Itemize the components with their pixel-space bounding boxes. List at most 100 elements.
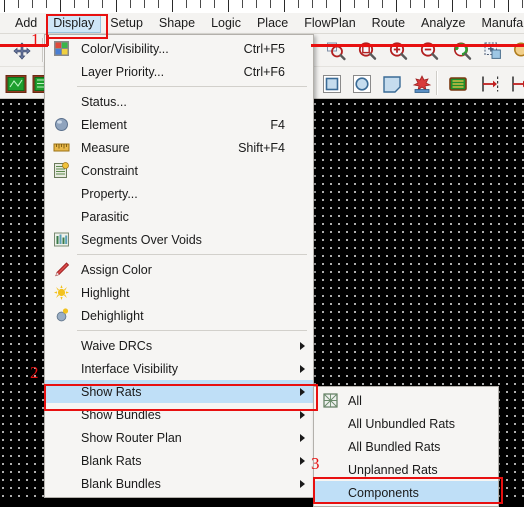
shape-circle-icon xyxy=(353,75,371,93)
show-rats-submenu: All All Unbundled Rats All Bundled Rats Unp… xyxy=(313,386,499,507)
menu-item-label: Show Router Plan xyxy=(81,430,182,445)
menu-item-assign-color[interactable]: Assign Color xyxy=(45,258,313,281)
dimension-icon-button[interactable] xyxy=(476,70,504,98)
ruler-tick xyxy=(382,0,383,8)
ruler-tick xyxy=(396,0,397,12)
pen-icon xyxy=(55,262,70,277)
menubar-item-setup[interactable]: Setup xyxy=(103,14,150,33)
zoom-fit-icon-button[interactable] xyxy=(322,37,350,65)
menu-item-layer-priority[interactable]: Layer Priority... Ctrl+F6 xyxy=(45,60,313,83)
menu-item-accelerator: Ctrl+F5 xyxy=(243,41,285,56)
menubar-item-flowplan[interactable]: FlowPlan xyxy=(297,14,362,33)
menu-item-measure[interactable]: Measure Shift+F4 xyxy=(45,136,313,159)
menubar-item-route[interactable]: Route xyxy=(365,14,412,33)
shape-polygon-icon xyxy=(383,76,401,93)
zoom-points-icon-button[interactable] xyxy=(353,37,381,65)
menubar-item-place[interactable]: Place xyxy=(250,14,295,33)
top-ruler xyxy=(0,0,524,14)
menu-item-accelerator: Shift+F4 xyxy=(238,140,285,155)
menu-item-constraint[interactable]: Constraint xyxy=(45,159,313,182)
board-green-1-icon xyxy=(5,75,27,93)
ruler-tick xyxy=(438,0,439,8)
ruler-tick xyxy=(102,0,103,8)
menu-item-highlight[interactable]: Highlight xyxy=(45,281,313,304)
ruler-tick xyxy=(60,0,61,12)
submenu-arrow-icon xyxy=(300,341,305,350)
menu-item-show-rats[interactable]: Show Rats xyxy=(45,380,313,403)
ruler-tick xyxy=(186,0,187,8)
menubar-item-manufa[interactable]: Manufa xyxy=(475,14,524,33)
ruler-tick xyxy=(410,0,411,8)
menubar: Add Display Setup Shape Logic Place FlowPlan Ro… xyxy=(0,13,524,34)
annotation-underline-right xyxy=(311,44,524,47)
zoom-in-icon-button[interactable] xyxy=(384,37,412,65)
ruler-tick xyxy=(144,0,145,8)
ruler-tick xyxy=(130,0,131,8)
menu-item-element[interactable]: Element F4 xyxy=(45,113,313,136)
menu-item-blank-bundles[interactable]: Blank Bundles xyxy=(45,472,313,495)
menubar-item-shape[interactable]: Shape xyxy=(152,14,202,33)
menu-item-dehighlight[interactable]: Dehighlight xyxy=(45,304,313,327)
menu-item-color-visibility[interactable]: Color/Visibility... Ctrl+F5 xyxy=(45,37,313,60)
submenu-item-label: All Bundled Rats xyxy=(348,439,441,454)
submenu-arrow-icon xyxy=(300,364,305,373)
menu-item-waive-drcs[interactable]: Waive DRCs xyxy=(45,334,313,357)
annotation-number-2: 2 xyxy=(30,363,39,382)
component-place-icon-button[interactable] xyxy=(444,70,472,98)
shape-rect-icon xyxy=(323,75,341,93)
submenu-item-all-unbundled-rats[interactable]: All Unbundled Rats xyxy=(314,412,498,435)
menubar-item-analyze[interactable]: Analyze xyxy=(414,14,472,33)
zoom-out-icon-button[interactable] xyxy=(415,37,443,65)
menu-item-segments-over-voids[interactable]: Segments Over Voids xyxy=(45,228,313,251)
ruler-tick xyxy=(214,0,215,8)
shape-delete-icon xyxy=(412,75,432,93)
menubar-item-logic[interactable]: Logic xyxy=(204,14,248,33)
board-green-1-icon-button[interactable] xyxy=(2,70,30,98)
ruler-icon-wrap xyxy=(53,139,70,156)
zoom-selection-icon-button[interactable] xyxy=(508,37,524,65)
menu-item-show-router-plan[interactable]: Show Router Plan xyxy=(45,426,313,449)
annotation-connector-1 xyxy=(46,35,49,46)
zoom-world-icon-button[interactable] xyxy=(479,37,507,65)
shape-circle-icon-button[interactable] xyxy=(348,70,376,98)
annotation-underline-left xyxy=(0,44,48,47)
menu-item-blank-rats[interactable]: Blank Rats xyxy=(45,449,313,472)
ruler-tick xyxy=(88,0,89,8)
display-dropdown-menu: Color/Visibility... Ctrl+F5 Layer Priority… xyxy=(44,34,314,498)
dehighlight-icon xyxy=(56,308,69,322)
ruler-tick xyxy=(32,0,33,8)
ruler-tick xyxy=(242,0,243,8)
shape-polygon-icon-button[interactable] xyxy=(378,70,406,98)
annotation-number-1: 1 xyxy=(31,30,40,49)
submenu-arrow-icon xyxy=(300,456,305,465)
ruler-tick xyxy=(172,0,173,12)
menu-item-interface-visibility[interactable]: Interface Visibility xyxy=(45,357,313,380)
menu-item-label: Element xyxy=(81,117,127,132)
menu-item-label: Show Rats xyxy=(81,384,142,399)
ruler-tick xyxy=(326,0,327,8)
menubar-item-display[interactable]: Display xyxy=(46,13,102,33)
zoom-previous-icon-button[interactable] xyxy=(448,37,476,65)
menu-item-show-bundles[interactable]: Show Bundles xyxy=(45,403,313,426)
menu-item-parasitic[interactable]: Parasitic xyxy=(45,205,313,228)
menu-item-label: Show Bundles xyxy=(81,407,161,422)
submenu-item-all-bundled-rats[interactable]: All Bundled Rats xyxy=(314,435,498,458)
menu-item-label: Property... xyxy=(81,186,138,201)
rats-all-icon xyxy=(323,393,338,408)
submenu-item-label: Components xyxy=(348,485,419,500)
menu-item-label: Layer Priority... xyxy=(81,64,165,79)
submenu-item-label: Unplanned Rats xyxy=(348,462,438,477)
menu-item-property[interactable]: Property... xyxy=(45,182,313,205)
dimension2-icon-button[interactable] xyxy=(506,70,524,98)
menu-item-label: Waive DRCs xyxy=(81,338,153,353)
bars-icon xyxy=(54,232,69,247)
ruler-tick xyxy=(522,0,523,8)
submenu-item-unplanned-rats[interactable]: Unplanned Rats xyxy=(314,458,498,481)
submenu-item-all[interactable]: All xyxy=(314,389,498,412)
shape-delete-icon-button[interactable] xyxy=(408,70,436,98)
shape-rect-icon-button[interactable] xyxy=(318,70,346,98)
ruler-tick xyxy=(494,0,495,8)
color-palette-icon-wrap xyxy=(53,40,70,57)
menu-item-label: Constraint xyxy=(81,163,138,178)
menu-item-status[interactable]: Status... xyxy=(45,90,313,113)
